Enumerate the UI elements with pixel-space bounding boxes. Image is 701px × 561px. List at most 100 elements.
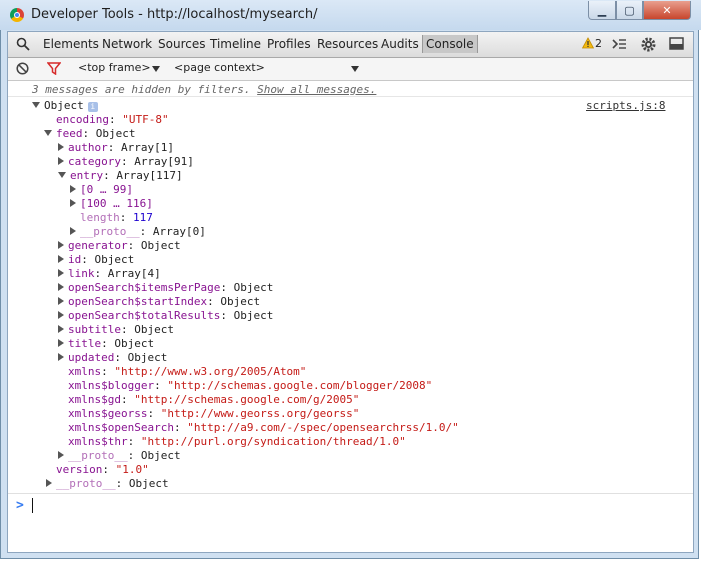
expand-arrow-right-icon[interactable]	[58, 353, 64, 361]
hidden-messages-notice: 3 messages are hidden by filters. Show a…	[32, 83, 376, 96]
show-all-messages-link[interactable]: Show all messages.	[257, 83, 376, 96]
expand-arrow-right-icon[interactable]	[58, 311, 64, 319]
dock-icon[interactable]	[669, 36, 684, 51]
property-key: openSearch$totalResults	[68, 309, 221, 322]
close-icon: ✕	[662, 3, 672, 17]
expand-arrow-down-icon[interactable]	[44, 130, 52, 136]
tab-sources[interactable]: Sources	[158, 37, 205, 51]
property-key: xmlns$gd	[68, 393, 121, 406]
console-tree-row[interactable]: generator: Object	[58, 239, 181, 253]
property-value: "http://purl.org/syndication/thread/1.0"	[140, 435, 406, 448]
property-value: Object	[94, 253, 135, 266]
tab-elements[interactable]: Elements	[43, 37, 99, 51]
tab-audits[interactable]: Audits	[381, 37, 419, 51]
expand-arrow-right-icon[interactable]	[58, 283, 64, 291]
tab-network[interactable]: Network	[102, 37, 152, 51]
context-select-chevron-down-icon[interactable]	[351, 66, 359, 72]
console-prompt-area[interactable]: >	[8, 493, 693, 553]
property-value: Object	[127, 351, 168, 364]
property-key: xmlns	[68, 365, 102, 378]
console-tree-row[interactable]: category: Array[91]	[58, 155, 194, 169]
console-tree-row[interactable]: subtitle: Object	[58, 323, 174, 337]
property-separator: :	[94, 267, 108, 280]
expand-arrow-right-icon[interactable]	[58, 325, 64, 333]
expand-arrow-right-icon[interactable]	[58, 339, 64, 347]
property-separator: :	[115, 477, 129, 490]
expand-arrow-down-icon[interactable]	[58, 172, 66, 178]
property-key: length	[80, 211, 120, 224]
expand-arrow-right-icon[interactable]	[58, 255, 64, 263]
tab-profiles[interactable]: Profiles	[267, 37, 311, 51]
close-button[interactable]: ✕	[643, 1, 691, 20]
property-separator: :	[220, 281, 234, 294]
property-key: updated	[68, 351, 115, 364]
console-tree-row[interactable]: __proto__: Array[0]	[70, 225, 206, 239]
property-value: Array[91]	[134, 155, 194, 168]
info-icon[interactable]: i	[87, 102, 98, 112]
source-link[interactable]: scripts.js:8	[586, 99, 665, 112]
gear-icon[interactable]	[640, 36, 657, 53]
expand-arrow-right-icon[interactable]	[58, 297, 64, 305]
frame-select-chevron-down-icon[interactable]	[152, 66, 160, 72]
prompt-chevron-icon: >	[16, 498, 24, 513]
property-key: title	[68, 337, 102, 350]
console-tree-row[interactable]: Object i	[32, 99, 98, 113]
tab-resources[interactable]: Resources	[317, 37, 378, 51]
property-separator: :	[119, 211, 133, 224]
console-tree-row[interactable]: entry: Array[117]	[58, 169, 183, 183]
console-tree-row[interactable]: id: Object	[58, 253, 134, 267]
property-separator: :	[139, 225, 153, 238]
property-key: category	[68, 155, 121, 168]
console-tree-row[interactable]: updated: Object	[58, 351, 167, 365]
property-key: encoding	[56, 113, 109, 126]
property-key: subtitle	[68, 323, 121, 336]
warning-count[interactable]: 2	[595, 37, 602, 50]
console-tree-row[interactable]: openSearch$totalResults: Object	[58, 309, 273, 323]
property-value: "http://www.georss.org/georss"	[160, 407, 360, 420]
clear-console-icon[interactable]	[16, 62, 29, 75]
minimize-button[interactable]: ▁	[588, 1, 616, 20]
console-tree-row[interactable]: __proto__: Object	[58, 449, 181, 463]
devtools-toolbar: Elements Network Sources Timeline Profil…	[8, 32, 693, 58]
console-tree-row[interactable]: [0 … 99]	[70, 183, 133, 197]
console-tree-row: xmlns$gd: "http://schemas.google.com/g/2…	[68, 393, 359, 407]
expand-arrow-right-icon[interactable]	[46, 479, 52, 487]
frame-select[interactable]: <top frame>	[78, 61, 151, 74]
expand-arrow-right-icon[interactable]	[58, 241, 64, 249]
property-separator: :	[82, 127, 96, 140]
console-tree-row[interactable]: author: Array[1]	[58, 141, 174, 155]
property-value: "UTF-8"	[122, 113, 169, 126]
console-drawer-icon[interactable]	[611, 36, 627, 52]
console-tree-row[interactable]: [100 … 116]	[70, 197, 153, 211]
search-icon[interactable]	[16, 37, 30, 51]
context-select[interactable]: <page context>	[174, 61, 265, 74]
property-value: Object	[233, 281, 274, 294]
tab-console[interactable]: Console	[422, 35, 478, 53]
property-key: [0 … 99]	[80, 183, 133, 196]
property-value: Array[4]	[107, 267, 161, 280]
property-key: __proto__	[80, 225, 140, 238]
expand-arrow-right-icon[interactable]	[58, 269, 64, 277]
expand-arrow-right-icon[interactable]	[70, 199, 76, 207]
tab-timeline[interactable]: Timeline	[210, 37, 261, 51]
console-tree-row[interactable]: link: Array[4]	[58, 267, 161, 281]
filter-icon[interactable]	[47, 62, 61, 75]
console-tree-row[interactable]: feed: Object	[44, 127, 136, 141]
window-title: Developer Tools - http://localhost/mysea…	[31, 7, 318, 22]
console-tree-row[interactable]: __proto__: Object	[46, 477, 169, 491]
console-tree-row[interactable]: openSearch$startIndex: Object	[58, 295, 260, 309]
console-tree-row[interactable]: title: Object	[58, 337, 154, 351]
expand-arrow-down-icon[interactable]	[32, 102, 40, 108]
property-separator: :	[107, 141, 121, 154]
warning-icon[interactable]	[582, 37, 594, 49]
console-tree-row[interactable]: openSearch$itemsPerPage: Object	[58, 281, 273, 295]
expand-arrow-right-icon[interactable]	[58, 157, 64, 165]
expand-arrow-right-icon[interactable]	[70, 185, 76, 193]
property-separator: :	[147, 407, 161, 420]
console-tree-row: xmlns$thr: "http://purl.org/syndication/…	[68, 435, 406, 449]
maximize-button[interactable]: ▢	[616, 1, 643, 20]
expand-arrow-right-icon[interactable]	[58, 451, 64, 459]
console-tree-row: xmlns$openSearch: "http://a9.com/-/spec/…	[68, 421, 459, 435]
expand-arrow-right-icon[interactable]	[70, 227, 76, 235]
expand-arrow-right-icon[interactable]	[58, 143, 64, 151]
